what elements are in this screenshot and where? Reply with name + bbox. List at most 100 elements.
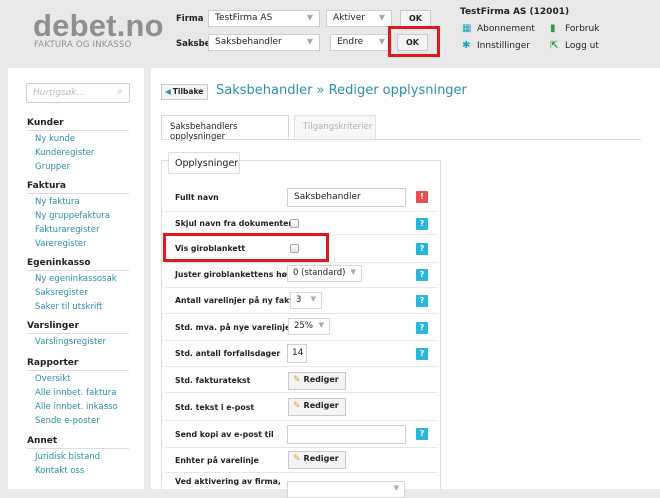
firma-action-select[interactable]: Aktiver ▼ xyxy=(326,10,392,27)
brand-logo[interactable]: debet.no xyxy=(33,8,164,44)
nav-item-kunderegister[interactable]: Kunderegister xyxy=(35,148,94,158)
chevron-down-icon: ▼ xyxy=(306,13,313,22)
innstillinger-link[interactable]: ✱ Innstillinger xyxy=(462,40,530,51)
help-icon[interactable]: ? xyxy=(416,243,428,255)
chevron-down-icon: ▼ xyxy=(378,37,385,46)
nav-item-juridisk-bistand[interactable]: Juridisk bistand xyxy=(35,452,100,462)
kopi-epost-input[interactable] xyxy=(287,425,406,444)
firma-label: Firma xyxy=(176,14,204,24)
chevron-down-icon: ▼ xyxy=(378,13,385,22)
help-icon[interactable]: ? xyxy=(416,322,428,334)
nav-item-varslingsregister[interactable]: Varslingsregister xyxy=(35,337,106,347)
nav-item-ny-egeninkassosak[interactable]: Ny egeninkassosak xyxy=(35,274,117,284)
highlight-box-ok xyxy=(388,26,440,57)
abonnement-link[interactable]: ▦ Abonnement xyxy=(462,23,535,34)
label-fullt-navn: Fullt navn xyxy=(175,193,219,202)
nav-item-oversikt[interactable]: Oversikt xyxy=(35,374,71,384)
label-std-mva: Std. mva. på nye varelinjer xyxy=(175,323,295,332)
nav-section-kunder: Kunder xyxy=(27,118,64,128)
logout-link[interactable]: ⇱ Logg ut xyxy=(550,40,599,51)
pencil-icon: ✎ xyxy=(293,401,301,411)
firma-ok-button[interactable]: OK xyxy=(400,10,431,27)
nav-item-saker-til-utskrift[interactable]: Saker til utskrift xyxy=(35,302,103,312)
help-icon[interactable]: ? xyxy=(416,348,428,360)
help-icon[interactable]: ? xyxy=(416,295,428,307)
fullt-navn-input[interactable]: Saksbehandler xyxy=(287,188,406,207)
alert-icon[interactable]: ! xyxy=(416,191,428,203)
abonnement-label: Abonnement xyxy=(477,24,535,34)
label-skjul-navn: Skjul navn fra dokumenter xyxy=(175,219,293,228)
nav-section-varslinger: Varslinger xyxy=(27,321,79,331)
nav-item-alle-innbet-inkasso[interactable]: Alle innbet. inkasso xyxy=(35,402,118,412)
std-mva-select[interactable]: 25% ▼ xyxy=(288,318,330,335)
antall-varelinjer-select[interactable]: 3 ▼ xyxy=(290,292,322,309)
forbruk-link[interactable]: ▮ Forbruk xyxy=(550,23,599,34)
back-button[interactable]: ◀ Tilbake xyxy=(161,84,208,100)
chevron-down-icon: ▼ xyxy=(310,295,316,303)
label-juster-giro: Juster giroblankettens høyde xyxy=(175,270,303,279)
nav-item-sende-e-poster[interactable]: Sende e-poster xyxy=(35,416,100,426)
tab-saksbehandlers-opplysninger[interactable]: Saksbehandlers opplysninger xyxy=(161,115,289,142)
std-mva-value: 25% xyxy=(294,321,313,331)
search-icon[interactable]: ⌕ xyxy=(117,86,123,97)
row-divider xyxy=(165,211,437,212)
firma-select[interactable]: TestFirma AS ▼ xyxy=(208,10,320,27)
nav-item-ny-gruppefaktura[interactable]: Ny gruppefaktura xyxy=(35,211,110,221)
forbruk-label: Forbruk xyxy=(565,24,600,34)
label-epost-tekst: Std. tekst i e-post xyxy=(175,403,255,412)
fieldset-legend: Opplysninger xyxy=(168,152,240,174)
logout-icon: ⇱ xyxy=(550,40,559,51)
nav-item-vareregister[interactable]: Vareregister xyxy=(35,239,87,249)
nav-item-grupper[interactable]: Grupper xyxy=(35,162,70,172)
label-forfallsdager: Std. antall forfallsdager xyxy=(175,349,281,358)
help-icon[interactable]: ? xyxy=(416,269,428,281)
nav-item-kontakt-oss[interactable]: Kontakt oss xyxy=(35,466,84,476)
divider xyxy=(27,370,129,371)
page-title: Saksbehandler » Rediger opplysninger xyxy=(216,83,467,98)
company-name: TestFirma AS (12001) xyxy=(460,7,570,17)
aktivering-select[interactable]: ▼ xyxy=(287,481,405,498)
label-aktivering: Ved aktivering av firma, xyxy=(175,477,281,486)
divider xyxy=(27,130,129,131)
tab-tilgangskriterier[interactable]: Tilgangskriterier xyxy=(294,115,376,139)
nav-section-rapporter: Rapporter xyxy=(27,358,79,368)
row-divider xyxy=(165,392,437,393)
nav-item-alle-innbet-faktura[interactable]: Alle innbet. faktura xyxy=(35,388,117,398)
edit-label: Rediger xyxy=(303,401,339,410)
nav-section-faktura: Faktura xyxy=(27,181,66,191)
label-kopi-epost: Send kopi av e-post til xyxy=(175,430,274,439)
row-divider xyxy=(165,262,437,263)
help-icon[interactable]: ? xyxy=(416,428,428,440)
saksbeh-select-value: Saksbehandler xyxy=(215,37,282,47)
edit-label: Rediger xyxy=(303,454,339,463)
edit-epost-tekst-button[interactable]: ✎ Rediger xyxy=(288,398,346,416)
nav-item-fakturaregister[interactable]: Fakturaregister xyxy=(35,225,99,235)
saksbeh-action-select[interactable]: Endre ▼ xyxy=(330,34,392,51)
juster-giro-select[interactable]: 0 (standard) ▼ xyxy=(287,265,362,282)
saksbeh-action-value: Endre xyxy=(337,37,364,47)
search-placeholder: Hurtigsøk... xyxy=(33,88,85,98)
row-divider xyxy=(165,472,437,473)
nav-item-ny-kunde[interactable]: Ny kunde xyxy=(35,134,75,144)
tools-icon: ✱ xyxy=(462,40,471,51)
skjul-navn-checkbox[interactable] xyxy=(290,219,299,228)
arrow-left-icon: ◀ xyxy=(165,87,171,96)
back-label: Tilbake xyxy=(172,87,204,96)
nav-item-saksregister[interactable]: Saksregister xyxy=(35,288,88,298)
firma-select-value: TestFirma AS xyxy=(215,13,273,23)
row-divider xyxy=(165,420,437,421)
chevron-down-icon: ▼ xyxy=(318,321,324,329)
saksbeh-select[interactable]: Saksbehandler ▼ xyxy=(208,34,320,51)
search-input[interactable]: Hurtigsøk... ⌕ xyxy=(26,83,130,103)
help-icon[interactable]: ? xyxy=(416,218,428,230)
brand-tagline: FAKTURA OG INKASSO xyxy=(34,40,132,50)
edit-fakturatekst-button[interactable]: ✎ Rediger xyxy=(288,372,346,390)
edit-enhter-button[interactable]: ✎ Rediger xyxy=(288,451,346,469)
chevron-down-icon: ▼ xyxy=(350,268,356,276)
divider xyxy=(27,193,129,194)
forfallsdager-input[interactable]: 14 xyxy=(287,344,307,363)
nav-item-ny-faktura[interactable]: Ny faktura xyxy=(35,197,80,207)
table-icon: ▦ xyxy=(462,23,472,34)
antall-varelinjer-value: 3 xyxy=(296,295,302,305)
pencil-icon: ✎ xyxy=(293,375,301,385)
